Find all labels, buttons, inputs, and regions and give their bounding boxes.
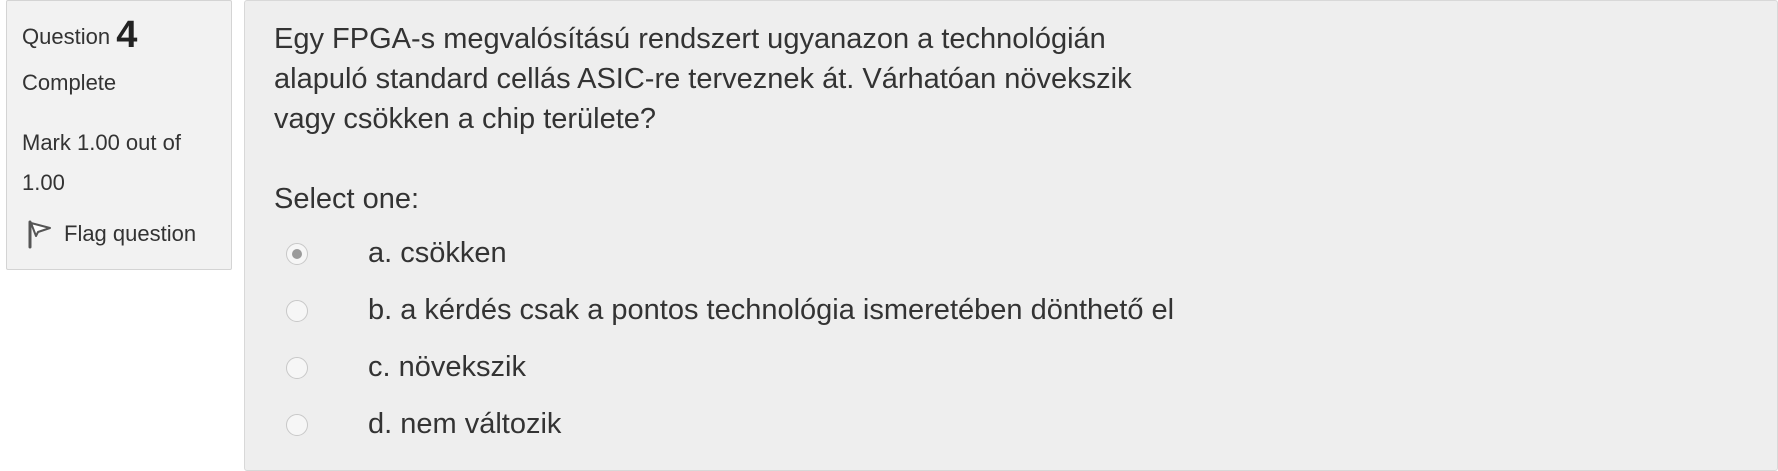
question-info-panel: Question 4 Complete Mark 1.00 out of 1.0… (6, 0, 232, 270)
option-a[interactable]: a. csökken (274, 225, 1777, 282)
radio-option-b[interactable] (286, 299, 308, 322)
option-label: b. a kérdés csak a pontos technológia is… (368, 294, 1175, 326)
radio-option-c[interactable] (286, 356, 308, 379)
flag-question-label: Flag question (64, 221, 197, 246)
option-label: c. növekszik (368, 351, 526, 383)
question-number-line: Question 4 (22, 15, 231, 55)
question-grade: Mark 1.00 out of 1.00 (22, 130, 181, 195)
question-label: Question (22, 24, 111, 49)
select-prompt: Select one: (274, 183, 420, 215)
question-text: Egy FPGA-s megvalósítású rendszert ugyan… (274, 23, 1132, 135)
answer-options: a. csökken b. a kérdés csak a pontos tec… (274, 225, 1777, 453)
option-d[interactable]: d. nem változik (274, 396, 1777, 453)
option-label: a. csökken (368, 237, 507, 269)
question-number: 4 (116, 14, 138, 56)
option-label: d. nem változik (368, 408, 562, 440)
radio-option-a[interactable] (286, 242, 308, 265)
flag-icon (26, 219, 54, 249)
option-b[interactable]: b. a kérdés csak a pontos technológia is… (274, 282, 1777, 339)
question-state: Complete (22, 70, 117, 95)
question-content: Egy FPGA-s megvalósítású rendszert ugyan… (244, 0, 1778, 471)
option-c[interactable]: c. növekszik (274, 339, 1777, 396)
flag-question-link[interactable]: Flag question (22, 219, 231, 249)
radio-option-d[interactable] (286, 413, 308, 436)
